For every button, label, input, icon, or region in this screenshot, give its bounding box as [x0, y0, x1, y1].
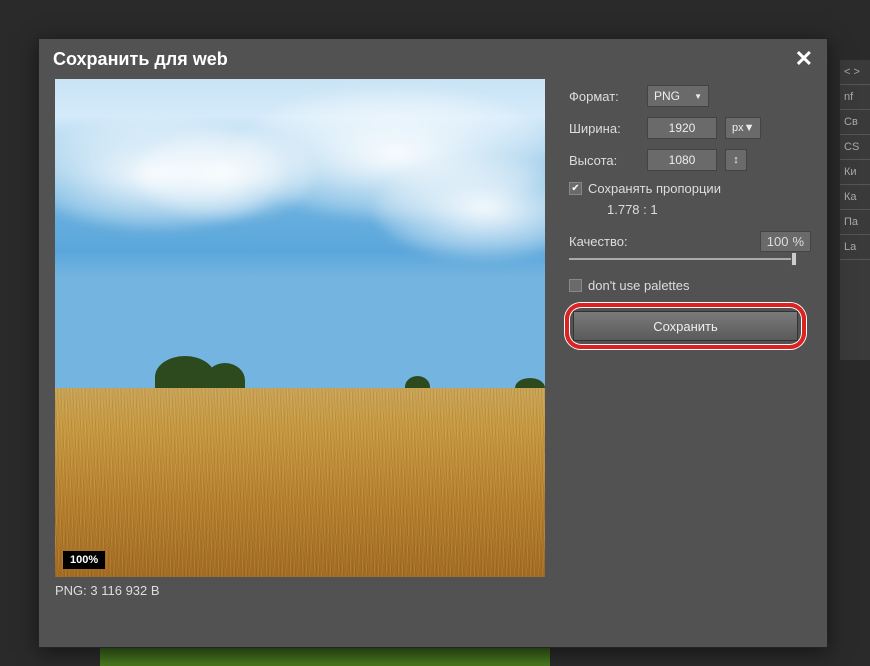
height-input[interactable]: 1080	[647, 149, 717, 171]
quality-slider[interactable]	[569, 258, 794, 260]
chevron-down-icon: ▼	[744, 122, 755, 134]
close-icon[interactable]: ✕	[795, 46, 813, 72]
zoom-badge[interactable]: 100%	[63, 551, 105, 569]
width-input[interactable]: 1920	[647, 117, 717, 139]
swap-dimensions-button[interactable]: ↕	[725, 149, 747, 171]
dialog-title: Сохранить для web	[53, 49, 228, 70]
keep-aspect-label: Сохранять пропорции	[588, 181, 721, 196]
quality-value[interactable]: 100%	[760, 231, 811, 252]
save-button[interactable]: Сохранить	[573, 311, 798, 341]
width-label: Ширина:	[569, 121, 639, 136]
chevron-down-icon: ▼	[694, 92, 702, 101]
format-label: Формат:	[569, 89, 639, 104]
palettes-label: don't use palettes	[588, 278, 690, 293]
file-size-info: PNG: 3 116 932 B	[55, 583, 545, 598]
aspect-ratio-value: 1.778 : 1	[607, 202, 811, 217]
controls-panel: Формат: PNG▼ Ширина: 1920 px▼ Высота: 10…	[569, 79, 811, 598]
background-sidebar: < > nf Св CS Ки Ка Па La	[840, 60, 870, 360]
quality-label: Качество:	[569, 234, 628, 249]
titlebar: Сохранить для web ✕	[39, 39, 827, 79]
width-unit-select[interactable]: px▼	[725, 117, 761, 139]
preview-image: 100%	[55, 79, 545, 577]
palettes-checkbox[interactable]	[569, 279, 582, 292]
keep-aspect-checkbox[interactable]: ✔	[569, 182, 582, 195]
format-select[interactable]: PNG▼	[647, 85, 709, 107]
slider-thumb-icon[interactable]	[791, 252, 797, 266]
save-for-web-dialog: Сохранить для web ✕ 100%	[38, 38, 828, 648]
height-label: Высота:	[569, 153, 639, 168]
